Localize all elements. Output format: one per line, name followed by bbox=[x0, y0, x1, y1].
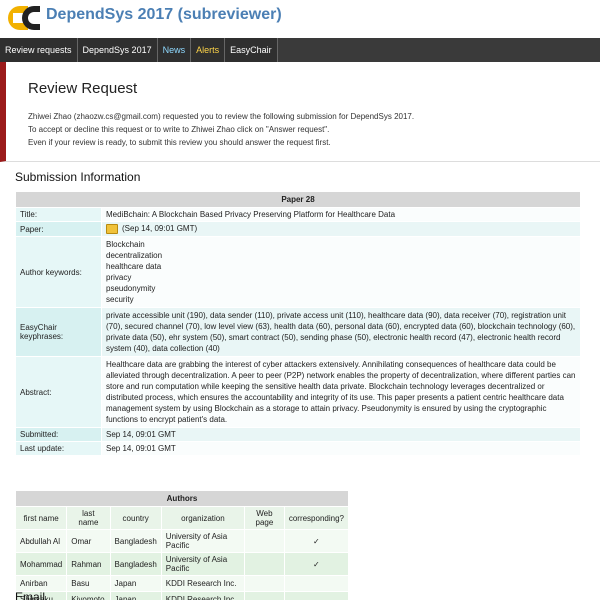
paper-date: (Sep 14, 09:01 GMT) bbox=[122, 224, 198, 234]
author-last: Kiyomoto bbox=[66, 591, 111, 600]
submission-info-title: Submission Information bbox=[15, 170, 141, 184]
col-web-page: Web page bbox=[244, 506, 285, 530]
keyword: pseudonymity bbox=[106, 284, 156, 293]
header: DependSys 2017 (subreviewer) bbox=[0, 0, 600, 38]
table-row: Mohammad Rahman Bangladesh University of… bbox=[14, 552, 350, 576]
paper-file-icon[interactable] bbox=[106, 224, 118, 234]
col-country: country bbox=[109, 506, 162, 530]
table-row: Shinsaku Kiyomoto Japan KDDI Research In… bbox=[14, 591, 350, 600]
title-label: Title: bbox=[15, 207, 102, 222]
request-note: Even if your review is ready, to submit … bbox=[28, 138, 331, 147]
table-row: Anirban Basu Japan KDDI Research Inc. bbox=[14, 575, 350, 592]
table-row: Abdullah Al Omar Bangladesh University o… bbox=[14, 529, 350, 553]
author-country: Bangladesh bbox=[109, 552, 162, 576]
page-title: Review Request bbox=[28, 80, 138, 97]
nav-news[interactable]: News bbox=[157, 38, 192, 62]
col-organization: organization bbox=[160, 506, 246, 530]
author-last: Rahman bbox=[66, 552, 111, 576]
author-org: KDDI Research Inc. bbox=[160, 591, 246, 600]
submitted-label: Submitted: bbox=[15, 427, 102, 442]
corresponding-check bbox=[283, 575, 350, 592]
authors-caption: Authors bbox=[15, 490, 349, 507]
author-country: Japan bbox=[109, 591, 162, 600]
col-last-name: last name bbox=[66, 506, 111, 530]
author-first: Mohammad bbox=[14, 552, 68, 576]
abstract: Healthcare data are grabbing the interes… bbox=[101, 356, 581, 428]
corresponding-check: ✓ bbox=[283, 552, 350, 576]
col-first-name: first name bbox=[14, 506, 68, 530]
author-web bbox=[244, 591, 285, 600]
request-instructions: To accept or decline this request or to … bbox=[28, 125, 330, 134]
paper-title: MediBchain: A Blockchain Based Privacy P… bbox=[101, 207, 581, 222]
keyword: decentralization bbox=[106, 251, 163, 260]
lastupdate-date: Sep 14, 09:01 GMT bbox=[101, 441, 581, 456]
keyphrases: private accessible unit (190), data send… bbox=[101, 307, 581, 357]
easychair-logo[interactable] bbox=[8, 4, 40, 32]
authors-table: Authors first name last name country org… bbox=[14, 490, 350, 600]
nav-alerts[interactable]: Alerts bbox=[191, 38, 226, 62]
main-nav: Review requests DependSys 2017 News Aler… bbox=[0, 38, 600, 62]
keyword: Blockchain bbox=[106, 240, 145, 249]
author-web bbox=[244, 552, 285, 576]
author-last: Omar bbox=[66, 529, 111, 553]
author-country: Japan bbox=[109, 575, 162, 592]
nav-easychair[interactable]: EasyChair bbox=[225, 38, 278, 62]
submission-table: Paper 28 Title: MediBchain: A Blockchain… bbox=[15, 191, 581, 456]
author-last: Basu bbox=[66, 575, 111, 592]
abstract-label: Abstract: bbox=[15, 356, 102, 428]
author-org: University of Asia Pacific bbox=[160, 552, 246, 576]
paper-label: Paper: bbox=[15, 221, 102, 237]
author-first: Abdullah Al bbox=[14, 529, 68, 553]
submitted-date: Sep 14, 09:01 GMT bbox=[101, 427, 581, 442]
author-org: KDDI Research Inc. bbox=[160, 575, 246, 592]
author-web bbox=[244, 529, 285, 553]
corresponding-check bbox=[283, 591, 350, 600]
keyword: security bbox=[106, 295, 134, 304]
keyphrases-label: EasyChair keyphrases: bbox=[15, 307, 102, 357]
review-request-box: Review Request Zhiwei Zhao (zhaozw.cs@gm… bbox=[0, 62, 600, 162]
author-web bbox=[244, 575, 285, 592]
email-section-title: Email bbox=[15, 590, 46, 600]
col-corresponding: corresponding? bbox=[283, 506, 350, 530]
request-message: Zhiwei Zhao (zhaozw.cs@gmail.com) reques… bbox=[28, 112, 415, 121]
keyword: privacy bbox=[106, 273, 132, 282]
author-country: Bangladesh bbox=[109, 529, 162, 553]
corresponding-check: ✓ bbox=[283, 529, 350, 553]
author-org: University of Asia Pacific bbox=[160, 529, 246, 553]
paper-number: Paper 28 bbox=[15, 191, 581, 208]
keyword: healthcare data bbox=[106, 262, 162, 271]
keywords-list: Blockchain decentralization healthcare d… bbox=[101, 236, 581, 308]
app-title: DependSys 2017 (subreviewer) bbox=[46, 6, 282, 23]
nav-dependsys[interactable]: DependSys 2017 bbox=[77, 38, 158, 62]
nav-review-requests[interactable]: Review requests bbox=[0, 38, 78, 62]
lastupdate-label: Last update: bbox=[15, 441, 102, 456]
keywords-label: Author keywords: bbox=[15, 236, 102, 308]
paper-file-cell: (Sep 14, 09:01 GMT) bbox=[101, 221, 581, 237]
